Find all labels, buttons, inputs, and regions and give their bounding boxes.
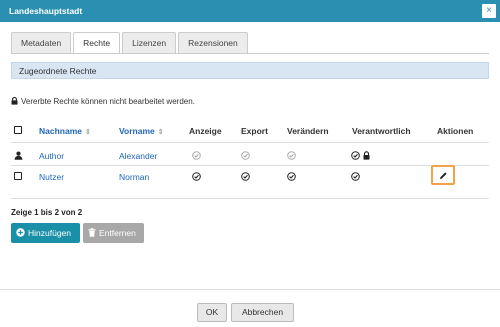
row-vorname[interactable]: Norman xyxy=(119,172,149,182)
user-icon xyxy=(14,151,23,160)
header-divider xyxy=(11,142,489,143)
inherited-notice: Vererbte Rechte können nicht bearbeitet … xyxy=(11,97,195,106)
col-aktionen: Aktionen xyxy=(437,126,474,136)
footer-divider xyxy=(0,289,500,290)
tab-lizenzen[interactable]: Lizenzen xyxy=(122,32,177,53)
tab-rezensionen[interactable]: Rezensionen xyxy=(178,32,248,53)
close-icon[interactable]: × xyxy=(482,4,496,18)
tab-bar: Metadaten Rechte Lizenzen Rezensionen xyxy=(11,32,250,54)
tab-divider xyxy=(11,53,489,54)
cancel-button[interactable]: Abbrechen xyxy=(231,303,294,322)
col-veraendern: Verändern xyxy=(287,126,329,136)
row-nachname[interactable]: Author xyxy=(39,151,64,161)
remove-button-label: Entfernen xyxy=(99,228,136,238)
section-title: Zugeordnete Rechte xyxy=(19,66,97,76)
row-checkbox[interactable] xyxy=(14,172,22,180)
section-header: Zugeordnete Rechte xyxy=(11,62,489,79)
col-nachname[interactable]: Nachname ⇕ xyxy=(39,126,91,136)
row-vorname[interactable]: Alexander xyxy=(119,151,157,161)
col-anzeige: Anzeige xyxy=(189,126,222,136)
plus-circle-icon xyxy=(16,228,25,237)
col-verantwortlich: Verantwortlich xyxy=(352,126,411,136)
table-bottom-divider xyxy=(11,198,489,199)
dialog-title: Landeshauptstadt xyxy=(9,6,83,16)
col-export: Export xyxy=(241,126,268,136)
check-circle-icon xyxy=(241,151,250,160)
check-circle-icon xyxy=(192,151,201,160)
add-button[interactable]: Hinzufügen xyxy=(11,223,80,243)
check-circle-icon xyxy=(351,151,360,160)
tab-rechte[interactable]: Rechte xyxy=(73,32,121,54)
col-vorname[interactable]: Vorname ⇕ xyxy=(119,126,164,136)
sort-icon[interactable]: ⇕ xyxy=(158,129,164,136)
lock-icon xyxy=(363,151,370,160)
check-circle-icon xyxy=(287,151,296,160)
edit-button[interactable] xyxy=(431,165,455,185)
lock-icon xyxy=(11,97,18,105)
check-circle-icon xyxy=(192,172,201,181)
pencil-icon xyxy=(440,172,447,179)
check-circle-icon xyxy=(241,172,250,181)
check-circle-icon xyxy=(351,172,360,181)
table-summary: Zeige 1 bis 2 von 2 xyxy=(11,208,83,217)
notice-text: Vererbte Rechte können nicht bearbeitet … xyxy=(21,97,195,106)
row-divider xyxy=(11,165,489,166)
dialog-titlebar: Landeshauptstadt × xyxy=(0,0,500,22)
tab-metadaten[interactable]: Metadaten xyxy=(11,32,72,53)
select-all-checkbox[interactable] xyxy=(14,126,22,134)
sort-icon[interactable]: ⇕ xyxy=(85,129,91,136)
add-button-label: Hinzufügen xyxy=(28,228,72,238)
trash-icon xyxy=(88,228,96,237)
ok-button[interactable]: OK xyxy=(197,303,227,322)
row-nachname[interactable]: Nutzer xyxy=(39,172,64,182)
check-circle-icon xyxy=(287,172,296,181)
remove-button[interactable]: Entfernen xyxy=(83,223,144,243)
